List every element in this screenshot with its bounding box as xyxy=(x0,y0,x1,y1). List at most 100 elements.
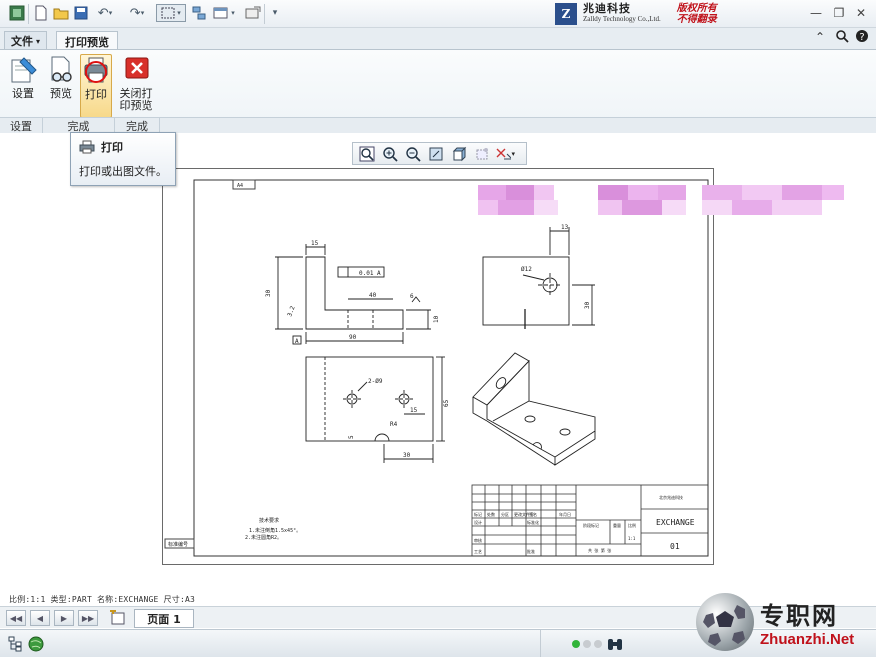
dim-30: 30 xyxy=(265,289,272,297)
printer-icon xyxy=(81,55,111,85)
collapse-ribbon-icon[interactable]: ⌃ xyxy=(815,30,825,44)
close-red-x-icon xyxy=(121,54,151,84)
flatness-tolerance: 0.01 xyxy=(359,270,374,277)
print-button-label: 打印 xyxy=(85,88,107,101)
first-page-button[interactable]: ◀◀ xyxy=(6,610,26,626)
view-toolbar: ▾ xyxy=(352,142,527,165)
add-page-icon[interactable] xyxy=(108,608,128,626)
tab-file[interactable]: 文件 ▾ xyxy=(4,31,48,50)
copyright-line1: 版权所有 xyxy=(676,3,717,14)
close-window-icon[interactable] xyxy=(244,4,262,22)
preview-button[interactable]: 预览 xyxy=(44,54,78,116)
select-box-icon[interactable]: ▾ xyxy=(156,4,186,22)
tab-print-preview-label: 打印预览 xyxy=(65,35,109,49)
creo-print-preview-window: ↶ ▾ ↷ ▾ ▾ ▾ ▾ Z 兆迪科技 Zalldy Technology Co.… xyxy=(0,0,876,657)
settings-button-label: 设置 xyxy=(12,87,34,100)
tab-print-preview[interactable]: 打印预览 xyxy=(56,31,118,51)
help-icon[interactable]: ? xyxy=(855,29,869,46)
tb-header: 北京兆迪科技 xyxy=(659,494,683,500)
brand-name-cn: 兆迪科技 xyxy=(583,2,631,15)
top-view xyxy=(305,356,445,463)
zoom-in-icon[interactable] xyxy=(380,145,400,163)
model-tree-icon[interactable] xyxy=(8,636,24,652)
dim-15-top: 15 xyxy=(410,407,418,414)
minimize-icon[interactable]: — xyxy=(808,5,824,21)
tb-cell-design: 设计 xyxy=(474,519,482,525)
customize-icon[interactable]: ▾ xyxy=(268,4,282,22)
site-watermark: 专职网 Zhuanzhi.Net xyxy=(696,591,876,653)
dim-30-side: 30 xyxy=(584,301,591,309)
search-icon[interactable] xyxy=(835,29,849,46)
page-setup-icon xyxy=(8,54,38,84)
print-button[interactable]: 打印 xyxy=(80,54,112,118)
tb-cell-weight: 重量 xyxy=(613,522,621,528)
tb-cell-scale: 比例 xyxy=(628,522,636,528)
group-label-finish: 完成 xyxy=(43,117,115,133)
dim-5: 5 xyxy=(348,435,355,439)
isometric-view xyxy=(472,352,596,466)
dim-10: 10 xyxy=(433,315,440,323)
tb-cell-zone: 分区 xyxy=(501,511,509,517)
tb-cell-sign: 签名 xyxy=(529,511,537,517)
tb-cell-standard: 标准化 xyxy=(527,519,539,525)
dim-40: 40 xyxy=(369,292,377,299)
open-folder-icon[interactable] xyxy=(52,4,70,22)
regenerate-icon[interactable] xyxy=(190,4,208,22)
redo-icon[interactable]: ↷ ▾ xyxy=(124,4,150,22)
next-page-button[interactable]: ▶ xyxy=(54,610,74,626)
close-print-preview-button[interactable]: 关闭打 印预览 xyxy=(116,54,156,116)
quick-access-toolbar: ↶ ▾ ↷ ▾ ▾ ▾ ▾ Z 兆迪科技 Zalldy Technology Co.… xyxy=(0,0,876,28)
tooltip-description: 打印或出图文件。 xyxy=(79,165,167,178)
tab-file-label: 文件 xyxy=(11,35,33,48)
print-tooltip: 打印 打印或出图文件。 xyxy=(70,132,176,186)
refit-icon[interactable] xyxy=(357,145,377,163)
preview-glasses-icon xyxy=(46,54,76,84)
ribbon-tab-bar: 文件 ▾ 打印预览 ⌃ ? xyxy=(0,28,876,51)
brand-name-en: Zalldy Technology Co.,Ltd. xyxy=(583,15,661,23)
close-icon[interactable]: ✕ xyxy=(853,5,869,21)
tb-cell-stage: 阶段标记 xyxy=(583,522,599,528)
dim-65: 65 xyxy=(443,399,450,407)
tb-part-name: EXCHANGE xyxy=(656,518,695,527)
dim-6: 6 xyxy=(410,293,414,300)
left-label: 标准编号 xyxy=(168,541,188,548)
datum-ref: A xyxy=(377,270,381,277)
shaded-view-icon[interactable] xyxy=(449,145,469,163)
windows-icon[interactable]: ▾ xyxy=(210,4,238,22)
tb-cell-sheets: 共 张 第 张 xyxy=(588,547,611,553)
tb-scale-value: 1:1 xyxy=(628,536,636,541)
roughness-symbol: 3.2 xyxy=(286,305,296,318)
settings-button[interactable]: 设置 xyxy=(6,54,40,116)
zoom-out-icon[interactable] xyxy=(403,145,423,163)
status-lights-icon xyxy=(572,640,602,648)
tb-cell-date: 年月日 xyxy=(559,511,571,517)
annotation-display-icon[interactable]: ▾ xyxy=(495,145,515,163)
last-page-button[interactable]: ▶▶ xyxy=(78,610,98,626)
group-label-finish-2: 完成 xyxy=(115,117,160,133)
chevron-down-icon: ▾ xyxy=(36,36,41,46)
save-icon[interactable] xyxy=(72,4,90,22)
restore-icon[interactable]: ❐ xyxy=(831,5,847,21)
datum-a: A xyxy=(295,338,299,345)
prev-page-button[interactable]: ◀ xyxy=(30,610,50,626)
notes-line-2: 2.未注圆角R2。 xyxy=(245,534,282,541)
undo-icon[interactable]: ↶ ▾ xyxy=(92,4,118,22)
tb-cell-process: 工艺 xyxy=(474,549,482,554)
brand-logo: Z xyxy=(555,3,577,25)
tb-part-no: 01 xyxy=(670,542,680,551)
dim-30-top: 30 xyxy=(403,452,411,459)
browser-globe-icon[interactable] xyxy=(28,636,44,652)
new-file-icon[interactable] xyxy=(32,4,50,22)
front-view xyxy=(275,244,431,345)
copyright-line2: 不得翻录 xyxy=(676,14,717,25)
notes-line-1: 1.未注倒角1.5x45°。 xyxy=(249,527,301,534)
find-binoculars-icon[interactable] xyxy=(606,636,624,652)
corner-label: A4 xyxy=(237,183,243,189)
status-info: 比例:1:1 类型:PART 名称:EXCHANGE 尺寸:A3 xyxy=(9,595,195,604)
pixelated-region xyxy=(478,185,844,215)
notes-title: 技术要求 xyxy=(259,517,279,524)
saved-views-icon[interactable] xyxy=(472,145,492,163)
window-icon[interactable] xyxy=(8,4,26,22)
page-tab[interactable]: 页面 1 xyxy=(134,609,194,628)
pan-zoom-icon[interactable] xyxy=(426,145,446,163)
